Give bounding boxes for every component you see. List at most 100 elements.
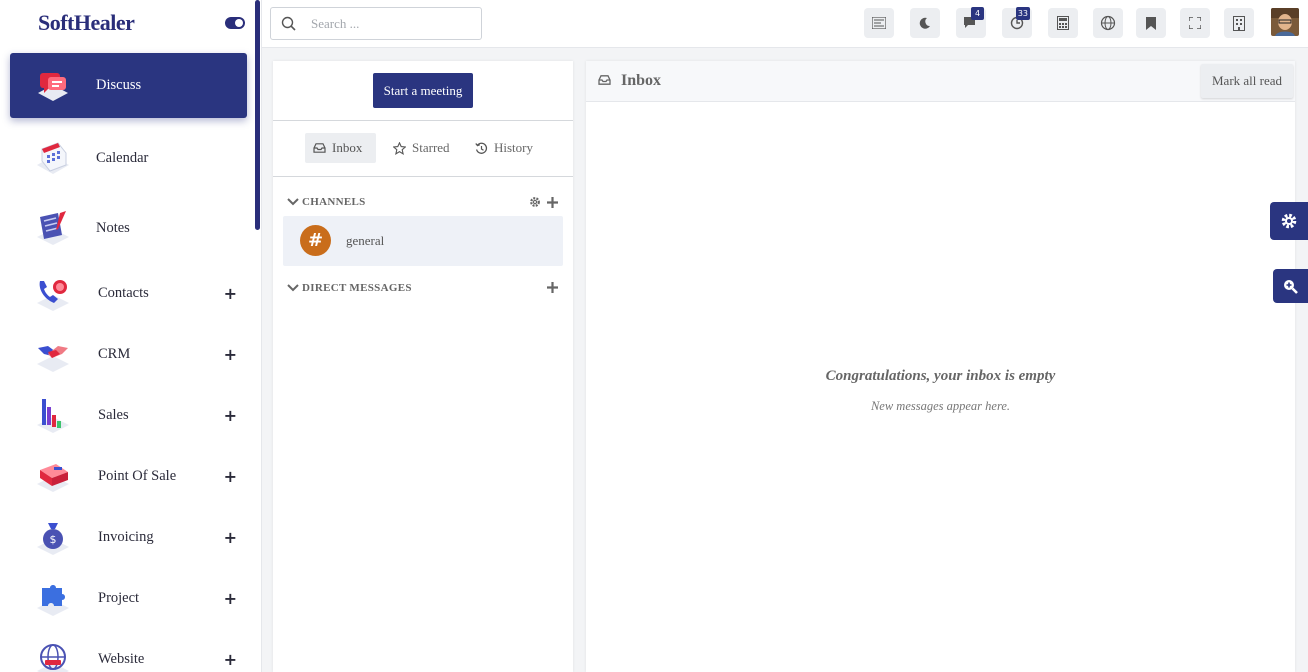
divider xyxy=(273,120,573,121)
globe-icon xyxy=(1100,15,1116,31)
sidebar-item-website[interactable]: Website + xyxy=(10,629,247,672)
add-project-button[interactable]: + xyxy=(224,589,237,608)
zoom-button[interactable] xyxy=(1273,269,1308,303)
search-input[interactable] xyxy=(311,14,471,34)
chevron-down-icon xyxy=(287,198,299,206)
sidebar-item-label: Point Of Sale xyxy=(98,468,177,484)
inbox-panel: Inbox Mark all read Congratulations, you… xyxy=(586,61,1295,672)
user-photo-icon xyxy=(1271,8,1299,36)
add-contacts-button[interactable]: + xyxy=(224,284,237,303)
building-icon xyxy=(1233,15,1245,31)
sidebar-item-label: Sales xyxy=(98,407,129,423)
expand-icon xyxy=(1189,17,1201,29)
sidebar-toggle[interactable] xyxy=(225,17,245,29)
tab-history[interactable]: History xyxy=(467,133,541,163)
bookmark-button[interactable] xyxy=(1136,8,1166,38)
chevron-down-icon xyxy=(287,284,299,292)
channels-header[interactable]: CHANNELS xyxy=(287,196,366,208)
sidebar-item-label: Invoicing xyxy=(98,529,154,545)
add-website-button[interactable]: + xyxy=(224,650,237,669)
sidebar-item-label: Notes xyxy=(96,219,130,236)
sidebar-item-discuss[interactable]: Discuss xyxy=(10,53,247,118)
notes-icon xyxy=(37,211,69,245)
tab-inbox[interactable]: Inbox xyxy=(305,133,376,163)
tab-starred[interactable]: Starred xyxy=(385,133,458,163)
channel-settings-icon[interactable] xyxy=(529,196,541,208)
sidebar-item-point-of-sale[interactable]: Point Of Sale + xyxy=(10,446,247,507)
messages-button[interactable]: 4 xyxy=(956,7,986,38)
sidebar-item-project[interactable]: Project + xyxy=(10,568,247,629)
contacts-icon xyxy=(37,279,69,311)
start-meeting-button[interactable]: Start a meeting xyxy=(373,73,473,108)
calendar-icon xyxy=(37,142,69,174)
divider xyxy=(273,176,573,177)
theme-settings-button[interactable] xyxy=(1270,202,1308,240)
discuss-sidebar-panel: Start a meeting Inbox Starred History CH… xyxy=(273,61,573,672)
sidebar-item-label: Contacts xyxy=(98,285,149,301)
add-sales-button[interactable]: + xyxy=(224,406,237,425)
list-layout-icon xyxy=(872,17,886,29)
sidebar-item-label: CRM xyxy=(98,346,131,362)
company-switcher-button[interactable] xyxy=(1224,8,1254,38)
sidebar-item-label: Website xyxy=(98,651,145,667)
sidebar-item-invoicing[interactable]: $ Invoicing + xyxy=(10,507,247,568)
globe-icon xyxy=(37,643,69,672)
activity-button[interactable]: 33 xyxy=(1002,7,1032,38)
money-bag-icon: $ xyxy=(37,522,69,555)
star-icon xyxy=(393,141,406,155)
calculator-icon xyxy=(1057,16,1069,30)
gear-icon xyxy=(1281,213,1297,229)
fullscreen-button[interactable] xyxy=(1180,8,1210,38)
add-channel-icon[interactable] xyxy=(547,196,558,208)
page-title: Inbox xyxy=(621,72,662,89)
history-icon xyxy=(475,142,488,154)
handshake-icon xyxy=(37,345,69,372)
activity-badge: 33 xyxy=(1015,7,1030,20)
empty-inbox-subtitle: New messages appear here. xyxy=(870,399,1011,413)
add-point-of-sale-button[interactable]: + xyxy=(224,467,237,486)
calculator-button[interactable] xyxy=(1048,8,1078,38)
puzzle-icon xyxy=(37,584,69,616)
inbox-icon xyxy=(598,75,611,85)
channel-name: general xyxy=(346,233,385,248)
search-box[interactable] xyxy=(270,7,482,40)
sidebar-item-calendar[interactable]: Calendar xyxy=(10,123,247,193)
user-avatar[interactable] xyxy=(1271,8,1299,36)
search-icon xyxy=(281,16,296,31)
brand-logo[interactable]: SoftHealer xyxy=(38,10,135,36)
app-menu: Discuss Calendar Notes Contacts + CRM + … xyxy=(10,53,247,672)
sidebar-item-label: Calendar xyxy=(96,149,149,166)
discuss-icon xyxy=(38,72,68,101)
layout-toggle-button[interactable] xyxy=(864,8,894,38)
sidebar-item-label: Project xyxy=(98,590,140,606)
add-invoicing-button[interactable]: + xyxy=(224,528,237,547)
sales-chart-icon xyxy=(37,398,69,433)
add-crm-button[interactable]: + xyxy=(224,345,237,364)
mark-all-read-button[interactable]: Mark all read xyxy=(1201,64,1293,98)
sidebar-item-crm[interactable]: CRM + xyxy=(10,324,247,385)
channel-avatar: # xyxy=(300,225,331,256)
point-of-sale-icon xyxy=(37,463,69,492)
messages-badge: 4 xyxy=(971,7,984,20)
bookmark-icon xyxy=(1146,16,1156,30)
dark-mode-button[interactable] xyxy=(910,8,940,38)
inbox-header: Inbox Mark all read xyxy=(586,61,1295,102)
channels-actions xyxy=(529,196,558,208)
direct-messages-header[interactable]: DIRECT MESSAGES xyxy=(287,282,412,294)
sidebar-item-sales[interactable]: Sales + xyxy=(10,385,247,446)
top-bar: 4 33 xyxy=(262,0,1308,48)
add-direct-message-icon[interactable] xyxy=(547,282,558,293)
sidebar-item-label: Discuss xyxy=(96,77,142,93)
inbox-icon xyxy=(313,143,326,153)
sidebar-scrollbar[interactable] xyxy=(255,0,260,230)
sidebar-item-contacts[interactable]: Contacts + xyxy=(10,263,247,324)
sidebar-item-notes[interactable]: Notes xyxy=(10,193,247,263)
direct-messages-header-label: DIRECT MESSAGES xyxy=(302,282,412,294)
tab-label: Inbox xyxy=(332,140,363,155)
channel-item-general[interactable]: # general xyxy=(283,216,563,266)
moon-icon xyxy=(919,17,930,29)
language-button[interactable] xyxy=(1093,8,1123,38)
app-sidebar: SoftHealer Discuss Calendar Notes Contac… xyxy=(0,0,262,672)
empty-inbox-title: Congratulations, your inbox is empty xyxy=(825,368,1056,384)
tab-label: Starred xyxy=(412,140,450,155)
